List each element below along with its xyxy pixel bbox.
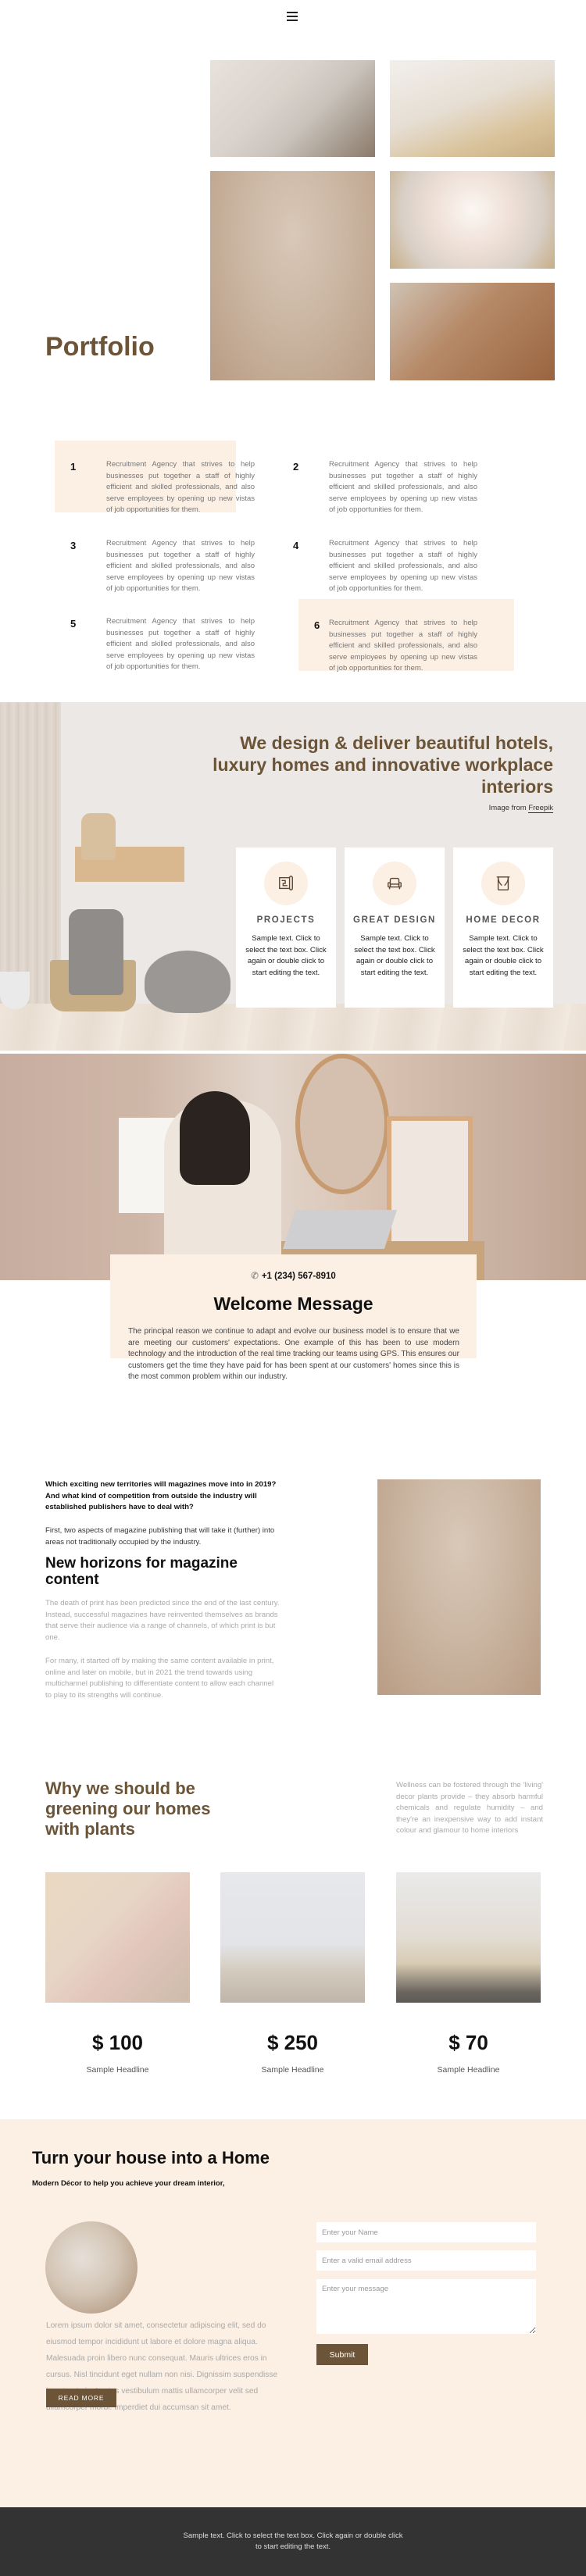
feature-number: 2	[293, 461, 299, 473]
bath-bombs-photo	[45, 1872, 190, 2003]
person-hair	[180, 1091, 250, 1185]
feature-text: Recruitment Agency that strives to help …	[329, 460, 477, 515]
hero-section: We design & deliver beautiful hotels, lu…	[0, 702, 586, 1051]
submit-button[interactable]: Submit	[316, 2344, 368, 2365]
feature-text: Recruitment Agency that strives to help …	[106, 460, 255, 515]
product-price: $ 250	[266, 2031, 319, 2054]
blueprint-icon	[264, 862, 308, 905]
footer-text: Sample text. Click to select the text bo…	[183, 2531, 403, 2551]
feature-number: 5	[70, 618, 77, 630]
laptop-decor	[282, 1210, 398, 1249]
curtains-icon	[481, 862, 525, 905]
feature-number: 3	[70, 540, 77, 551]
phone-contact[interactable]: ✆ +1 (234) 567-8910	[110, 1270, 477, 1281]
magazine-question: Which exciting new territories will maga…	[45, 1480, 277, 1512]
dried-flowers-stool-photo	[377, 1479, 541, 1695]
phone-number: +1 (234) 567-8910	[261, 1272, 336, 1281]
product-headline: Sample Headline	[261, 2065, 324, 2075]
service-card-home-decor: HOME DECOR Sample text. Click to select …	[453, 847, 553, 1008]
service-text: Sample text. Click to select the text bo…	[245, 934, 327, 977]
whale-plush-toy	[145, 951, 230, 1013]
plants-title: Why we should be greening our homes with…	[45, 1779, 211, 1839]
hero-title: We design & deliver beautiful hotels, lu…	[213, 733, 553, 797]
name-input[interactable]	[316, 2222, 536, 2242]
bed-tray-photo	[45, 2221, 138, 2314]
product-headline: Sample Headline	[86, 2065, 149, 2075]
service-card-projects: PROJECTS Sample text. Click to select th…	[236, 847, 336, 1008]
feature-text: Recruitment Agency that strives to help …	[106, 539, 255, 594]
armchair-icon	[373, 862, 416, 905]
menu-line	[287, 20, 298, 21]
phone-icon: ✆	[251, 1272, 259, 1281]
wood-panel-decor	[0, 702, 61, 1004]
menu-line	[287, 16, 298, 17]
contact-title: Turn your house into a Home	[32, 2148, 270, 2167]
table-decor-photo	[390, 60, 555, 157]
dried-flowers-stool-photo	[210, 171, 375, 380]
footer: Sample text. Click to select the text bo…	[0, 2507, 586, 2576]
feature-number: 4	[293, 540, 299, 551]
potted-plant-decor	[0, 972, 30, 1009]
feature-text: Recruitment Agency that strives to help …	[106, 617, 255, 672]
feature-number: 6	[314, 619, 320, 631]
feature-number: 1	[70, 461, 77, 473]
product-price: $ 100	[91, 2031, 144, 2054]
contact-section: Turn your house into a Home Modern Décor…	[0, 2119, 586, 2507]
contact-subtitle: Modern Décor to help you achieve your dr…	[32, 2179, 225, 2188]
service-title: PROJECTS	[256, 915, 316, 925]
welcome-title: Welcome Message	[213, 1293, 373, 1314]
service-text: Sample text. Click to select the text bo…	[354, 934, 435, 977]
living-room-photo	[210, 60, 375, 157]
wooden-owl-toy	[81, 813, 116, 860]
menu-line	[287, 12, 298, 13]
table-setting-photo	[390, 283, 555, 380]
email-input[interactable]	[316, 2250, 536, 2271]
magazine-paragraph: For many, it started off by making the s…	[45, 1657, 274, 1700]
plants-text: Wellness can be fostered through the 'li…	[396, 1781, 543, 1836]
welcome-card: ✆ +1 (234) 567-8910 Welcome Message The p…	[110, 1254, 477, 1381]
feature-item: 6 Recruitment Agency that strives to hel…	[298, 599, 514, 673]
feature-item: 2 Recruitment Agency that strives to hel…	[277, 441, 477, 514]
dried-plant-vase-photo	[396, 1872, 541, 2003]
feature-item: 1 Recruitment Agency that strives to hel…	[55, 441, 255, 514]
magazine-title: New horizons for magazine content	[45, 1555, 238, 1588]
plush-toy	[69, 909, 123, 995]
service-title: HOME DECOR	[466, 915, 541, 925]
feature-item: 5 Recruitment Agency that strives to hel…	[55, 598, 255, 671]
feature-item: 4 Recruitment Agency that strives to hel…	[277, 519, 477, 593]
roses-basket-photo	[390, 171, 555, 269]
service-title: GREAT DESIGN	[353, 915, 436, 925]
product-price: $ 70	[448, 2031, 488, 2054]
welcome-text: The principal reason we continue to adap…	[128, 1327, 459, 1382]
feature-text: Recruitment Agency that strives to help …	[329, 619, 477, 673]
mirror-decor	[295, 1054, 389, 1194]
service-text: Sample text. Click to select the text bo…	[463, 934, 544, 977]
freepik-link[interactable]: Freepik	[528, 804, 553, 813]
magazine-intro: First, two aspects of magazine publishin…	[45, 1526, 275, 1547]
image-credit: Image from Freepik	[488, 804, 553, 813]
image-credit-prefix: Image from	[488, 804, 529, 812]
message-textarea[interactable]	[316, 2279, 536, 2334]
woman-video-call-photo	[0, 1054, 586, 1280]
feature-item: 3 Recruitment Agency that strives to hel…	[55, 519, 255, 593]
read-more-button[interactable]: READ MORE	[46, 2389, 116, 2407]
portfolio-title: Portfolio	[45, 332, 155, 362]
magazine-paragraph: The death of print has been predicted si…	[45, 1599, 280, 1642]
vase-books-photo	[220, 1872, 365, 2003]
feature-text: Recruitment Agency that strives to help …	[329, 539, 477, 594]
hamburger-menu-icon[interactable]	[284, 9, 301, 23]
service-card-great-design: GREAT DESIGN Sample text. Click to selec…	[345, 847, 445, 1008]
product-headline: Sample Headline	[437, 2065, 500, 2075]
